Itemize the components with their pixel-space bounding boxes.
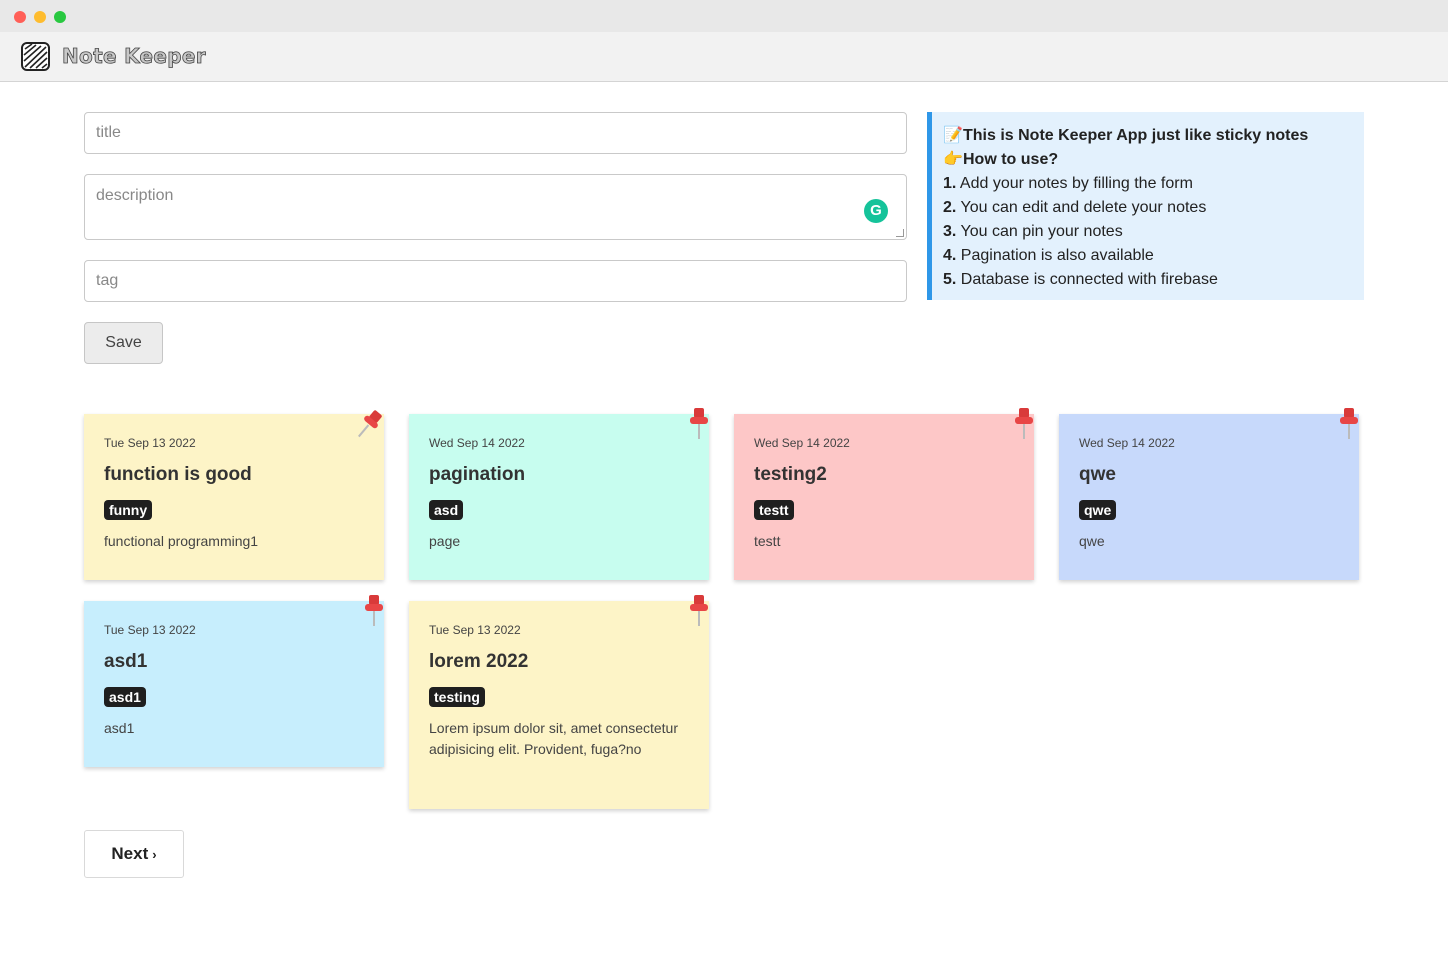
info-step: 3. You can pin your notes — [943, 223, 1123, 240]
memo-icon: 📝 — [943, 127, 963, 144]
note-tag: asd — [429, 500, 464, 520]
pin-icon-pinned[interactable] — [358, 408, 384, 442]
next-page-label: Next — [111, 844, 149, 863]
note-card[interactable]: Wed Sep 14 2022 pagination asd page — [409, 414, 709, 580]
info-heading: 📝This is Note Keeper App just like stick… — [943, 124, 1352, 148]
pointing-hand-icon: 👉 — [943, 151, 963, 168]
info-step: 5. Database is connected with firebase — [943, 271, 1218, 288]
tag-input[interactable]: tag — [84, 260, 907, 302]
pin-icon[interactable] — [1011, 406, 1037, 440]
note-tag: qwe — [1079, 500, 1117, 520]
window-titlebar — [0, 0, 1448, 32]
info-step: 2. You can edit and delete your notes — [943, 199, 1207, 216]
pin-icon[interactable] — [686, 593, 712, 627]
note-title: lorem 2022 — [429, 651, 529, 672]
navbar: Note Keeper — [0, 32, 1448, 82]
save-button[interactable]: Save — [84, 322, 163, 364]
note-description: testt — [754, 533, 781, 549]
note-title: pagination — [429, 464, 526, 485]
note-date: Wed Sep 14 2022 — [754, 436, 850, 450]
next-page-button[interactable]: Next › — [84, 830, 184, 878]
note-description: page — [429, 533, 461, 549]
note-card[interactable]: Tue Sep 13 2022 lorem 2022 testing Lorem… — [409, 601, 709, 809]
note-title: qwe — [1079, 464, 1116, 485]
note-title: asd1 — [104, 651, 148, 672]
note-date: Wed Sep 14 2022 — [429, 436, 525, 450]
note-date: Wed Sep 14 2022 — [1079, 436, 1175, 450]
pin-icon[interactable] — [1336, 406, 1362, 440]
note-title: function is good — [104, 464, 252, 485]
note-tag: asd1 — [104, 687, 146, 707]
notebook-logo-icon — [21, 42, 50, 71]
info-step: 1. Add your notes by filling the form — [943, 175, 1193, 192]
note-tag: testt — [754, 500, 794, 520]
note-date: Tue Sep 13 2022 — [429, 623, 521, 637]
maximize-window-button[interactable] — [54, 11, 66, 23]
note-date: Tue Sep 13 2022 — [104, 623, 196, 637]
description-textarea[interactable]: description G — [84, 174, 907, 240]
grammarly-icon[interactable]: G — [864, 199, 888, 223]
minimize-window-button[interactable] — [34, 11, 46, 23]
info-subheading: 👉How to use? — [943, 148, 1352, 172]
note-description: asd1 — [104, 720, 135, 736]
info-step: 4. Pagination is also available — [943, 247, 1154, 264]
description-placeholder: description — [96, 187, 174, 204]
pin-icon[interactable] — [686, 406, 712, 440]
note-date: Tue Sep 13 2022 — [104, 436, 196, 450]
note-description: qwe — [1079, 533, 1105, 549]
note-card[interactable]: Tue Sep 13 2022 function is good funny f… — [84, 414, 384, 580]
note-card[interactable]: Wed Sep 14 2022 qwe qwe qwe — [1059, 414, 1359, 580]
info-panel: 📝This is Note Keeper App just like stick… — [927, 112, 1364, 300]
title-input[interactable]: title — [84, 112, 907, 154]
note-card[interactable]: Wed Sep 14 2022 testing2 testt testt — [734, 414, 1034, 580]
note-description: functional programming1 — [104, 533, 259, 549]
note-description: Lorem ipsum dolor sit, amet consectetur … — [429, 720, 678, 757]
note-title: testing2 — [754, 464, 827, 485]
note-tag: funny — [104, 500, 153, 520]
note-tag: testing — [429, 687, 485, 707]
resize-handle-icon[interactable] — [896, 229, 904, 237]
pin-icon[interactable] — [361, 593, 387, 627]
close-window-button[interactable] — [14, 11, 26, 23]
chevron-right-icon: › — [152, 847, 157, 862]
note-card[interactable]: Tue Sep 13 2022 asd1 asd1 asd1 — [84, 601, 384, 767]
brand-title[interactable]: Note Keeper — [62, 44, 206, 69]
